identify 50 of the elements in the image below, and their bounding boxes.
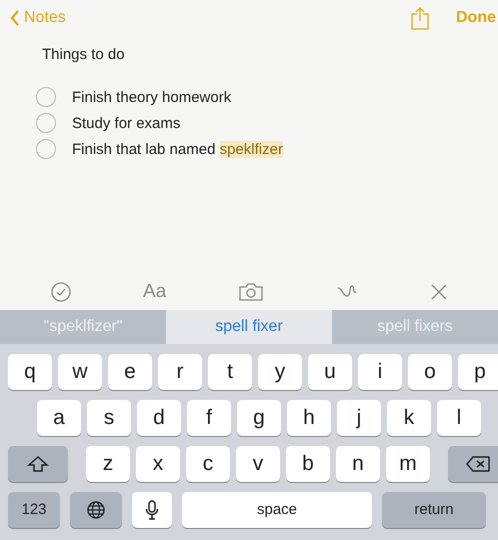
letter-key[interactable]: r xyxy=(158,354,202,390)
note-title: Things to do xyxy=(42,46,126,63)
checklist-icon[interactable] xyxy=(50,280,72,302)
checklist-circle[interactable] xyxy=(36,87,56,107)
globe-key[interactable] xyxy=(70,492,122,528)
checklist-item-text: Finish theory homework xyxy=(72,88,232,106)
letter-key[interactable]: p xyxy=(458,354,498,390)
close-icon[interactable] xyxy=(430,282,448,300)
letter-key[interactable]: q xyxy=(8,354,52,390)
letter-key[interactable]: h xyxy=(287,400,331,436)
delete-icon xyxy=(465,454,491,472)
letter-key[interactable]: b xyxy=(286,446,330,482)
checklist-item-text: Finish that lab named speklfizer xyxy=(72,140,283,158)
letter-key[interactable]: c xyxy=(186,446,230,482)
letter-key[interactable]: j xyxy=(337,400,381,436)
letter-key[interactable]: t xyxy=(208,354,252,390)
microphone-icon xyxy=(145,498,159,520)
letter-key[interactable]: d xyxy=(137,400,181,436)
checklist-item-text: Study for exams xyxy=(72,114,180,132)
numbers-key[interactable]: 123 xyxy=(8,492,60,528)
share-icon[interactable] xyxy=(410,6,430,30)
globe-icon xyxy=(86,500,106,520)
letter-key[interactable]: u xyxy=(308,354,352,390)
letter-key[interactable]: z xyxy=(86,446,130,482)
checklist-circle[interactable] xyxy=(36,113,56,133)
letter-key[interactable]: e xyxy=(108,354,152,390)
letter-key[interactable]: i xyxy=(358,354,402,390)
shift-key[interactable] xyxy=(8,446,68,482)
letter-key[interactable]: y xyxy=(258,354,302,390)
suggestion-item[interactable]: spell fixer xyxy=(166,310,332,344)
letter-key[interactable]: o xyxy=(408,354,452,390)
letter-key[interactable]: m xyxy=(386,446,430,482)
camera-icon[interactable] xyxy=(238,282,264,302)
delete-key[interactable] xyxy=(448,446,498,482)
letter-key[interactable]: n xyxy=(336,446,380,482)
letter-key[interactable]: v xyxy=(236,446,280,482)
letter-key[interactable]: g xyxy=(237,400,281,436)
letter-key[interactable]: k xyxy=(387,400,431,436)
chevron-icon xyxy=(10,10,20,26)
letter-key[interactable]: w xyxy=(58,354,102,390)
checklist-circle[interactable] xyxy=(36,139,56,159)
microphone-key[interactable] xyxy=(132,492,172,528)
letter-key[interactable]: s xyxy=(87,400,131,436)
letter-key[interactable]: l xyxy=(437,400,481,436)
letter-key[interactable]: a xyxy=(37,400,81,436)
letter-key[interactable]: x xyxy=(136,446,180,482)
space-key[interactable]: space xyxy=(182,492,372,528)
letter-key[interactable]: f xyxy=(187,400,231,436)
shift-icon xyxy=(27,454,49,472)
return-key[interactable]: return xyxy=(382,492,486,528)
